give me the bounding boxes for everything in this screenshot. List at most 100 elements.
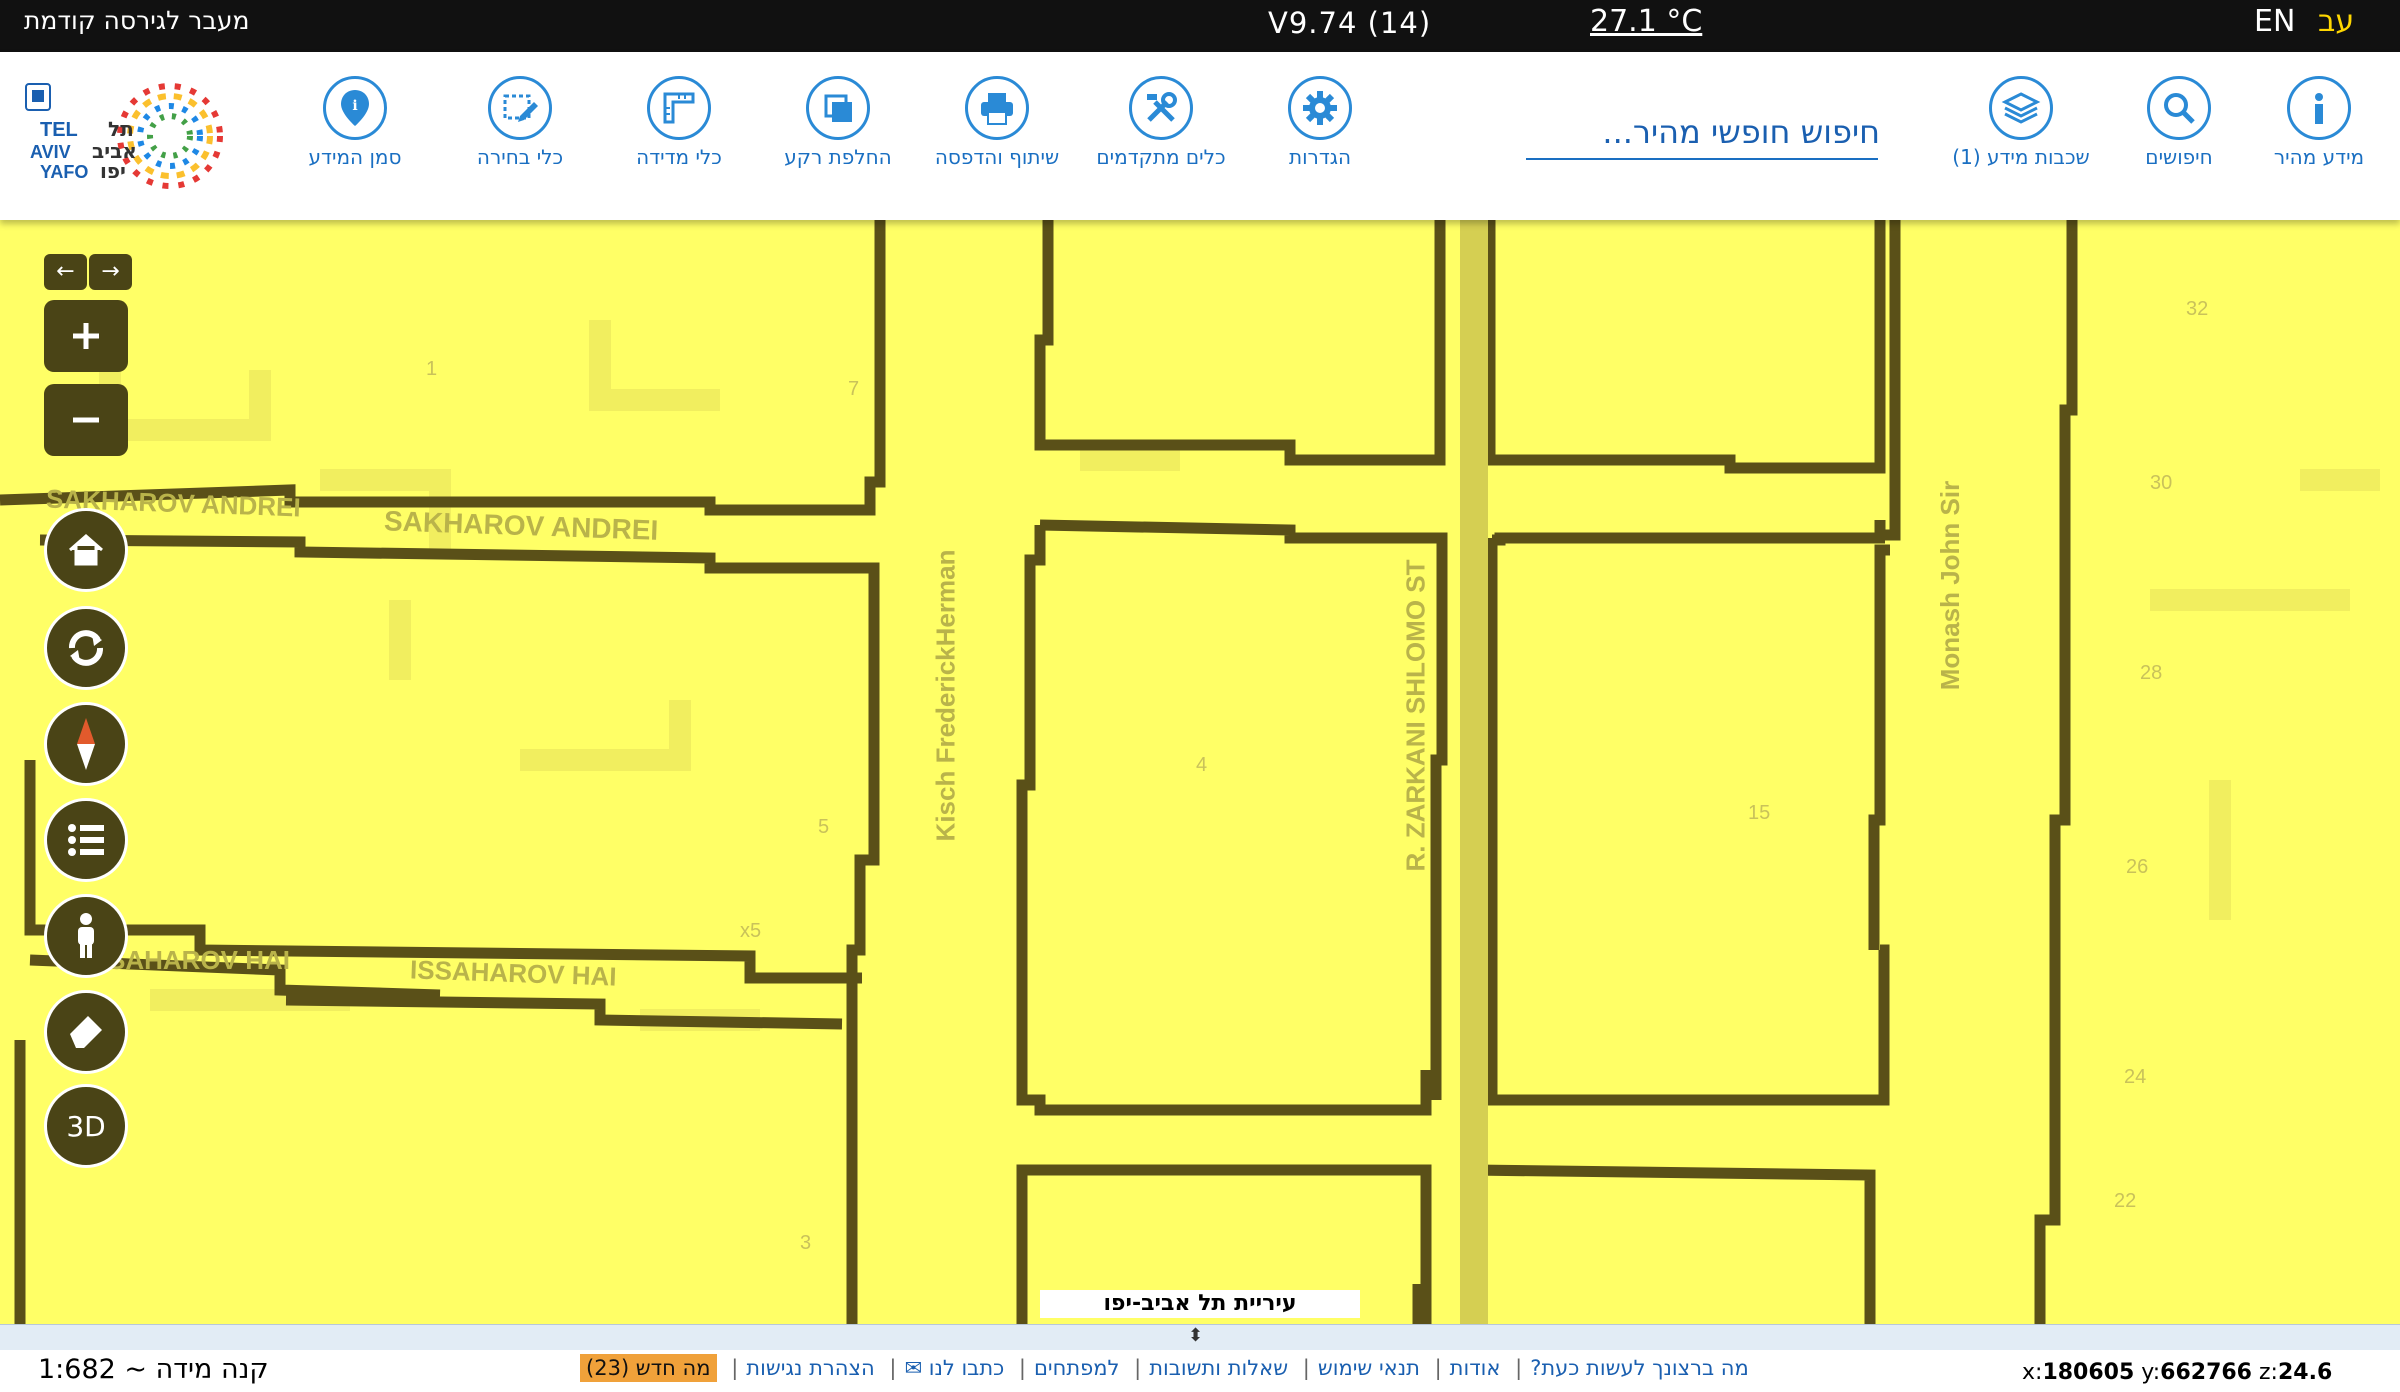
parcel-number: 24 <box>2124 1066 2147 1088</box>
toolbar-label: שיתוף והדפסה <box>934 145 1060 169</box>
info-layers-button[interactable]: שכבות מידע (1) <box>1946 76 2096 170</box>
eraser-icon <box>70 1016 102 1048</box>
minus-icon <box>73 417 99 423</box>
toolbar-label: סמן המידע <box>308 145 402 169</box>
quick-info-button[interactable]: מידע מהיר <box>2244 76 2394 170</box>
background-swap-icon <box>806 76 870 140</box>
back-arrow-button[interactable]: ← <box>44 254 87 290</box>
print-icon <box>965 76 1029 140</box>
street-label: Kisch FrederickHerman <box>930 549 961 842</box>
parcel-number: 7 <box>848 378 860 400</box>
map-canvas[interactable]: SAKHAROV ANDREI SAKHAROV ANDREI ISSAHARO… <box>0 220 2400 1324</box>
history-navigation: ← → <box>44 254 132 290</box>
main-toolbar: TEL AVIV YAFO תל אביב יפו i סמן המידע כל… <box>0 52 2400 220</box>
whats-new-badge[interactable]: מה חדש (23) <box>580 1354 717 1382</box>
quick-search-field[interactable] <box>1526 108 1882 160</box>
searches-button[interactable]: חיפושים <box>2104 76 2254 170</box>
parcel-number: 22 <box>2114 1190 2137 1212</box>
city-emblem-icon <box>25 83 51 111</box>
y-value: 662766 <box>2160 1360 2252 1385</box>
footer-link-about[interactable]: אודות <box>1450 1356 1501 1380</box>
street-view-button[interactable] <box>44 894 128 978</box>
refresh-icon <box>69 630 103 666</box>
temperature-link[interactable]: 27.1 °C <box>1590 4 1702 39</box>
parcel-number: 15 <box>1748 802 1771 824</box>
footer-link-developers[interactable]: למפתחים <box>1034 1356 1119 1380</box>
panel-resize-bar[interactable]: ⬍ <box>0 1324 2400 1351</box>
scale-label: קנה מידה ~ 1:682 <box>38 1354 269 1385</box>
x-value: 180605 <box>2042 1360 2135 1385</box>
tools-icon <box>1129 76 1193 140</box>
parcel-number: 3 <box>800 1232 812 1254</box>
search-icon <box>2147 76 2211 140</box>
city-attribution-label: עיריית תל אביב-יפו <box>1040 1290 1360 1318</box>
forward-arrow-button[interactable]: → <box>89 254 132 290</box>
street-label: SAHAROV HAI <box>108 945 291 975</box>
footer-link-terms[interactable]: תנאי שימוש <box>1318 1356 1420 1380</box>
zoom-in-button[interactable] <box>44 300 128 372</box>
quick-search-input[interactable] <box>1526 108 1882 156</box>
previous-version-link[interactable]: מעבר לגירסה קודמת <box>24 6 249 35</box>
language-he-button[interactable]: עב <box>2318 4 2354 39</box>
select-tool-button[interactable]: כלי בחירה <box>445 76 595 170</box>
footer-link-todo[interactable]: מה ברצונך לעשות כעת? <box>1530 1356 1749 1380</box>
x-label: x: <box>2022 1360 2043 1385</box>
resize-handle-icon[interactable]: ⬍ <box>1188 1325 1203 1346</box>
toolbar-label: כלי בחירה <box>476 145 564 169</box>
info-marker-icon: i <box>323 76 387 140</box>
street-label: R. ZARKANI SHLOMO ST <box>1400 559 1431 872</box>
footer-bar: קנה מידה ~ 1:682 מה ברצונך לעשות כעת?| א… <box>0 1350 2400 1392</box>
measure-tool-button[interactable]: כלי מדידה <box>604 76 754 170</box>
toolbar-label: שכבות מידע (1) <box>1952 145 2090 169</box>
person-icon <box>78 913 94 958</box>
settings-button[interactable]: הגדרות <box>1245 76 1395 170</box>
zoom-out-button[interactable] <box>44 384 128 456</box>
list-icon <box>68 824 104 856</box>
advanced-tools-button[interactable]: כלים מתקדמים <box>1086 76 1236 170</box>
compass-icon <box>77 718 95 770</box>
footer-link-contact[interactable]: כתבו לנו ✉ <box>904 1356 1004 1380</box>
language-en-button[interactable]: EN <box>2254 4 2295 39</box>
share-print-button[interactable]: שיתוף והדפסה <box>922 76 1072 170</box>
tel-aviv-logo[interactable]: TEL AVIV YAFO תל אביב יפו <box>20 74 250 198</box>
parcel-number: 1 <box>426 358 438 380</box>
layers-icon <box>1989 76 2053 140</box>
svg-text:YAFO: YAFO <box>40 162 88 182</box>
toolbar-label: הגדרות <box>1288 145 1352 169</box>
background-swap-button[interactable]: החלפת רקע <box>763 76 913 170</box>
z-label: z: <box>2259 1360 2278 1385</box>
select-icon <box>488 76 552 140</box>
parcel-number: 28 <box>2140 662 2163 684</box>
compass-button[interactable] <box>44 702 128 786</box>
svg-text:תל: תל <box>108 117 134 141</box>
home-button[interactable] <box>44 508 128 592</box>
toolbar-label: החלפת רקע <box>784 145 892 169</box>
toolbar-label: כלים מתקדמים <box>1096 145 1226 169</box>
svg-text:יפו: יפו <box>100 159 126 183</box>
svg-text:AVIV: AVIV <box>30 142 71 162</box>
info-marker-button[interactable]: i סמן המידע <box>280 76 430 170</box>
eraser-button[interactable] <box>44 990 128 1074</box>
parcel-number: 32 <box>2186 298 2209 320</box>
legend-button[interactable] <box>44 798 128 882</box>
refresh-button[interactable] <box>44 606 128 690</box>
parcel-number: 30 <box>2150 472 2173 494</box>
gear-icon <box>1288 76 1352 140</box>
footer-link-accessibility[interactable]: הצהרת נגישות <box>746 1356 874 1380</box>
info-icon <box>2287 76 2351 140</box>
z-value: 24.6 <box>2277 1360 2333 1385</box>
ruler-icon <box>647 76 711 140</box>
toolbar-label: כלי מדידה <box>636 145 722 169</box>
parcel-number: x5 <box>740 920 762 942</box>
parcel-number: 26 <box>2126 856 2149 878</box>
plus-icon <box>73 323 99 349</box>
toolbar-label: מידע מהיר <box>2273 145 2365 169</box>
3d-view-button[interactable]: 3D <box>44 1084 128 1168</box>
svg-text:i: i <box>352 98 357 114</box>
coordinates-readout: x:180605 y:662766 z:24.6 <box>2022 1360 2332 1385</box>
home-icon <box>69 534 103 566</box>
parcel-number: 4 <box>1196 754 1208 776</box>
footer-link-faq[interactable]: שאלות ותשובות <box>1149 1356 1288 1380</box>
svg-text:TEL: TEL <box>40 119 78 141</box>
parcel-number: 5 <box>818 816 830 838</box>
